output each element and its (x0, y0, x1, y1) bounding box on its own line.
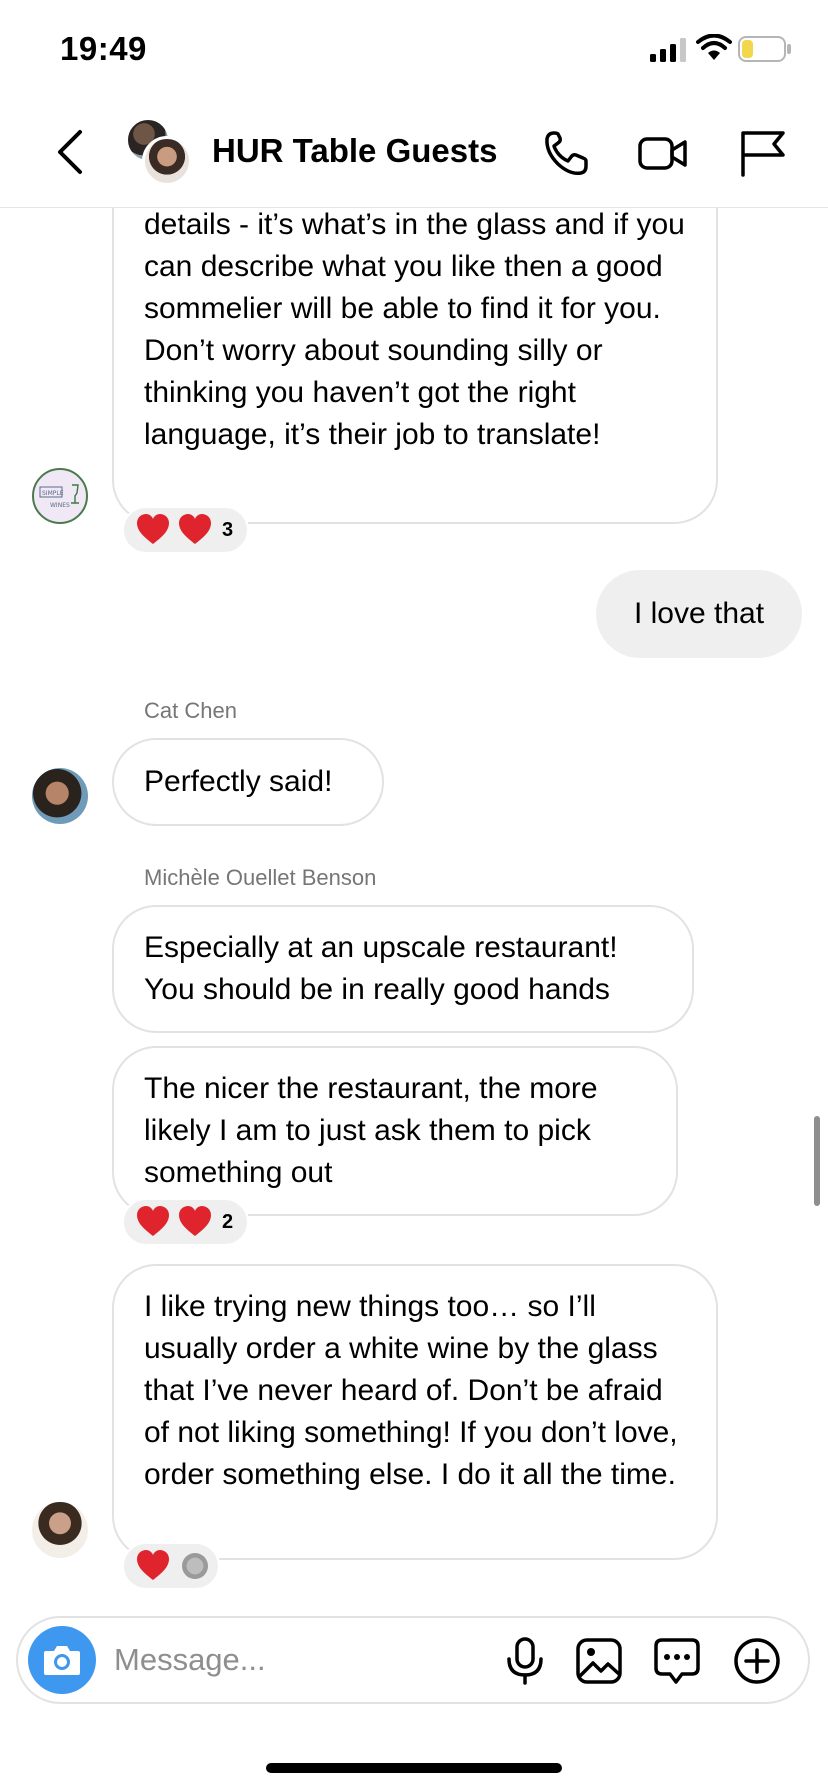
avatar[interactable]: SIMPLE WINES (32, 468, 88, 524)
reactions-bar[interactable]: 3 (122, 506, 250, 554)
reactions-bar[interactable] (122, 1542, 220, 1590)
reaction-count: 2 (222, 1210, 234, 1233)
message-input[interactable] (114, 1632, 434, 1688)
message-text: Especially at an upscale restaurant! You… (144, 931, 618, 1006)
camera-button[interactable] (28, 1626, 96, 1694)
camera-icon (44, 1646, 80, 1675)
video-camera-icon[interactable] (638, 128, 688, 178)
grey-circle-icon (182, 1553, 208, 1579)
avatar[interactable] (32, 768, 88, 824)
sticker-icon[interactable] (652, 1636, 702, 1686)
chat-title[interactable]: HUR Table Guests (212, 132, 497, 170)
sender-name: Michèle Ouellet Benson (144, 865, 377, 890)
status-time: 19:49 (60, 30, 147, 67)
message-composer (16, 1616, 810, 1704)
message-text: I like trying new things too… so I’ll us… (144, 1290, 678, 1491)
message-text: Perfectly said! (144, 765, 333, 798)
message-bubble[interactable]: Especially at an upscale restaurant! You… (112, 905, 694, 1033)
wifi-icon (696, 34, 732, 60)
red-heart-icon (137, 1550, 169, 1580)
message-bubble[interactable]: details - it’s what’s in the glass and i… (112, 180, 718, 524)
message-text: details - it’s what’s in the glass and i… (144, 208, 685, 451)
reaction-count: 3 (222, 518, 234, 541)
chat-header: HUR Table Guests (0, 100, 828, 208)
red-heart-icon (179, 514, 211, 544)
reactions-bar[interactable]: 2 (122, 1198, 250, 1246)
red-heart-icon (137, 1206, 169, 1236)
home-indicator[interactable] (266, 1763, 562, 1773)
cellular-signal-icon (650, 38, 686, 62)
image-icon[interactable] (574, 1636, 624, 1686)
microphone-icon[interactable] (500, 1636, 550, 1686)
wine-logo-icon: SIMPLE WINES (39, 484, 79, 509)
flag-icon[interactable] (738, 128, 788, 178)
red-heart-icon (179, 1206, 211, 1236)
group-avatar[interactable] (126, 118, 194, 186)
plus-icon[interactable] (732, 1636, 782, 1686)
message-text: I love that (633, 597, 765, 630)
message-bubble[interactable]: Perfectly said! (112, 738, 384, 826)
message-bubble[interactable]: The nicer the restaurant, the more likel… (112, 1046, 678, 1216)
battery-icon (738, 36, 791, 62)
message-bubble[interactable]: I like trying new things too… so I’ll us… (112, 1264, 718, 1560)
message-bubble-own[interactable]: I love that (596, 570, 802, 658)
phone-icon[interactable] (540, 128, 590, 178)
scrollbar[interactable] (814, 1116, 820, 1206)
red-heart-icon (137, 514, 169, 544)
avatar (142, 136, 192, 186)
message-text: The nicer the restaurant, the more likel… (144, 1072, 598, 1189)
svg-text:WINES: WINES (50, 502, 70, 509)
status-bar: 19:49 (0, 0, 828, 100)
svg-text:SIMPLE: SIMPLE (42, 490, 64, 497)
chevron-left-icon[interactable] (50, 126, 90, 178)
sender-name: Cat Chen (144, 698, 237, 723)
avatar[interactable] (32, 1502, 88, 1558)
